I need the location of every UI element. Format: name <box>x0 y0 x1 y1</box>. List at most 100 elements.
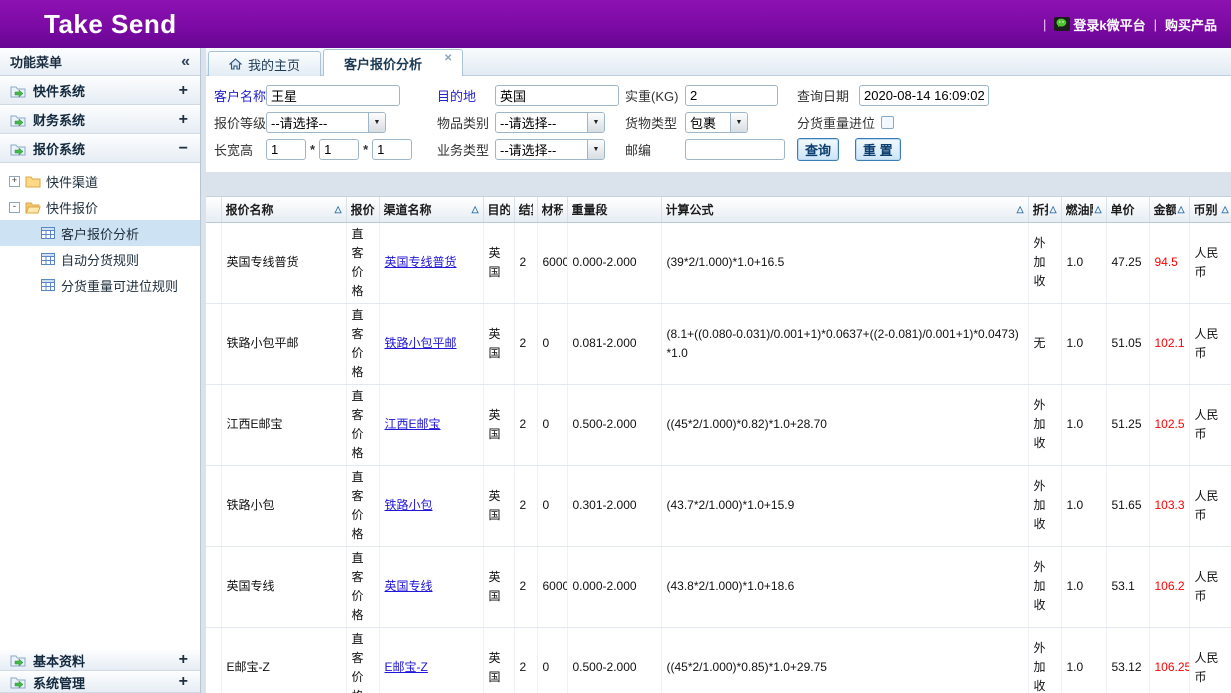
folder-arrow-icon <box>10 113 26 127</box>
volume-factor-cell: 0 <box>537 384 567 465</box>
channel-name-cell: 铁路小包 <box>379 465 483 546</box>
channel-name-cell: E邮宝-Z <box>379 627 483 693</box>
buy-product-link[interactable]: 购买产品 <box>1165 15 1217 34</box>
sort-asc-icon[interactable]: △ <box>472 204 479 215</box>
length-input[interactable] <box>266 139 306 160</box>
dimensions-label: 长宽高 <box>214 140 266 159</box>
discount-cell: 外加收 <box>1028 627 1061 693</box>
customer-name-input[interactable] <box>266 85 400 106</box>
plus-icon[interactable]: + <box>179 84 188 98</box>
col-row-selector[interactable] <box>206 197 221 222</box>
channel-link[interactable]: 英国专线 <box>385 579 433 593</box>
folder-arrow-icon <box>10 142 26 156</box>
destination-input[interactable] <box>495 85 619 106</box>
col-destination[interactable]: 目的地 <box>483 197 514 222</box>
plus-icon[interactable]: + <box>179 113 188 127</box>
sort-asc-icon[interactable]: △ <box>335 204 342 215</box>
discount-cell: 外加收 <box>1028 465 1061 546</box>
col-discount[interactable]: 折扣△ <box>1028 197 1061 222</box>
tree-node-express-quote[interactable]: - 快件报价 <box>0 194 200 220</box>
split-weight-carry-checkbox[interactable] <box>881 116 894 129</box>
channel-link[interactable]: 铁路小包 <box>385 498 433 512</box>
sidebar-collapse-icon[interactable]: « <box>181 53 190 71</box>
settle-weight-cell: 2 <box>514 303 537 384</box>
destination-cell: 英国 <box>483 303 514 384</box>
split-weight-carry-label: 分货重量进位 <box>797 113 875 132</box>
quote-level-select[interactable]: --请选择-- ▼ <box>266 112 386 133</box>
col-amount[interactable]: 金额△ <box>1149 197 1189 222</box>
folder-arrow-icon <box>10 653 26 667</box>
tree-expand-icon[interactable]: + <box>9 176 20 187</box>
fuel-surcharge-cell: 1.0 <box>1061 546 1106 627</box>
search-button[interactable]: 查询 <box>797 138 839 161</box>
row-selector-cell[interactable] <box>206 465 221 546</box>
row-selector-cell[interactable] <box>206 222 221 303</box>
sort-asc-icon[interactable]: △ <box>1017 204 1024 215</box>
tree-leaf-customer-quote-analysis[interactable]: 客户报价分析 <box>0 220 200 246</box>
plus-icon[interactable]: + <box>179 675 188 689</box>
query-date-label: 查询日期 <box>797 86 859 105</box>
col-currency[interactable]: 币别△ <box>1189 197 1231 222</box>
dropdown-arrow-icon: ▼ <box>587 113 604 132</box>
plus-icon[interactable]: + <box>179 653 188 667</box>
tree-leaf-auto-split-rules[interactable]: 自动分货规则 <box>0 246 200 272</box>
width-input[interactable] <box>319 139 359 160</box>
tab-my-homepage[interactable]: 我的主页 <box>208 51 321 76</box>
cargo-type-select[interactable]: 包裹 ▼ <box>685 112 748 133</box>
close-icon[interactable]: ✕ <box>444 53 452 64</box>
table-icon <box>41 253 55 265</box>
wechat-login-link[interactable]: 登录k微平台 <box>1054 15 1145 34</box>
sidebar-group-quote-system[interactable]: 报价系统 − <box>0 134 200 163</box>
tab-bar: 我的主页 客户报价分析 ✕ <box>206 48 1231 76</box>
sidebar-group-basic-data[interactable]: 基本资料 + <box>0 649 200 671</box>
col-quote-name[interactable]: 报价名称△ <box>221 197 346 222</box>
col-formula[interactable]: 计算公式△ <box>661 197 1028 222</box>
sort-asc-icon[interactable]: △ <box>1050 204 1057 215</box>
channel-link[interactable]: 江西E邮宝 <box>385 417 441 431</box>
actual-weight-input[interactable] <box>685 85 778 106</box>
row-selector-cell[interactable] <box>206 384 221 465</box>
reset-button[interactable]: 重 置 <box>855 138 901 161</box>
item-type-select[interactable]: --请选择-- ▼ <box>495 112 605 133</box>
channel-link[interactable]: 铁路小包平邮 <box>385 336 457 350</box>
zip-code-input[interactable] <box>685 139 785 160</box>
channel-name-cell: 江西E邮宝 <box>379 384 483 465</box>
col-quote-level[interactable]: 报价等级 <box>346 197 379 222</box>
row-selector-cell[interactable] <box>206 303 221 384</box>
sidebar-group-finance-system[interactable]: 财务系统 + <box>0 105 200 134</box>
sidebar-group-express-system[interactable]: 快件系统 + <box>0 76 200 105</box>
business-type-select[interactable]: --请选择-- ▼ <box>495 139 605 160</box>
sidebar-group-label: 财务系统 <box>33 110 172 129</box>
col-fuel-surcharge[interactable]: 燃油附加△ <box>1061 197 1106 222</box>
weight-range-cell: 0.500-2.000 <box>567 384 661 465</box>
sidebar-group-label: 快件系统 <box>33 81 172 100</box>
quote-level-cell: 直客价格 <box>346 465 379 546</box>
tab-customer-quote-analysis[interactable]: 客户报价分析 ✕ <box>323 49 463 76</box>
formula-cell: ((45*2/1.000)*0.82)*1.0+28.70 <box>661 384 1028 465</box>
col-channel-name[interactable]: 渠道名称△ <box>379 197 483 222</box>
height-input[interactable] <box>372 139 412 160</box>
query-date-input[interactable] <box>859 85 989 106</box>
sort-asc-icon[interactable]: △ <box>1095 204 1102 215</box>
channel-link[interactable]: E邮宝-Z <box>385 660 428 674</box>
tree-node-express-channel[interactable]: + 快件渠道 <box>0 168 200 194</box>
col-volume-factor[interactable]: 材积系数 <box>537 197 567 222</box>
volume-factor-cell: 6000 <box>537 222 567 303</box>
row-selector-cell[interactable] <box>206 627 221 693</box>
col-unit-price[interactable]: 单价 <box>1106 197 1149 222</box>
settle-weight-cell: 2 <box>514 546 537 627</box>
row-selector-cell[interactable] <box>206 546 221 627</box>
col-weight-range[interactable]: 重量段 <box>567 197 661 222</box>
channel-link[interactable]: 英国专线普货 <box>385 255 457 269</box>
folder-arrow-icon <box>10 84 26 98</box>
sort-asc-icon[interactable]: △ <box>1222 204 1229 215</box>
sort-asc-icon[interactable]: △ <box>1178 204 1185 215</box>
business-type-label: 业务类型 <box>437 140 495 159</box>
unit-price-cell: 51.05 <box>1106 303 1149 384</box>
folder-arrow-icon <box>10 675 26 689</box>
sidebar-group-system-admin[interactable]: 系统管理 + <box>0 671 200 693</box>
tree-leaf-split-weight-carry-rules[interactable]: 分货重量可进位规则 <box>0 272 200 298</box>
minus-icon[interactable]: − <box>179 142 188 156</box>
col-settle-weight[interactable]: 结算重量 <box>514 197 537 222</box>
tree-collapse-icon[interactable]: - <box>9 202 20 213</box>
